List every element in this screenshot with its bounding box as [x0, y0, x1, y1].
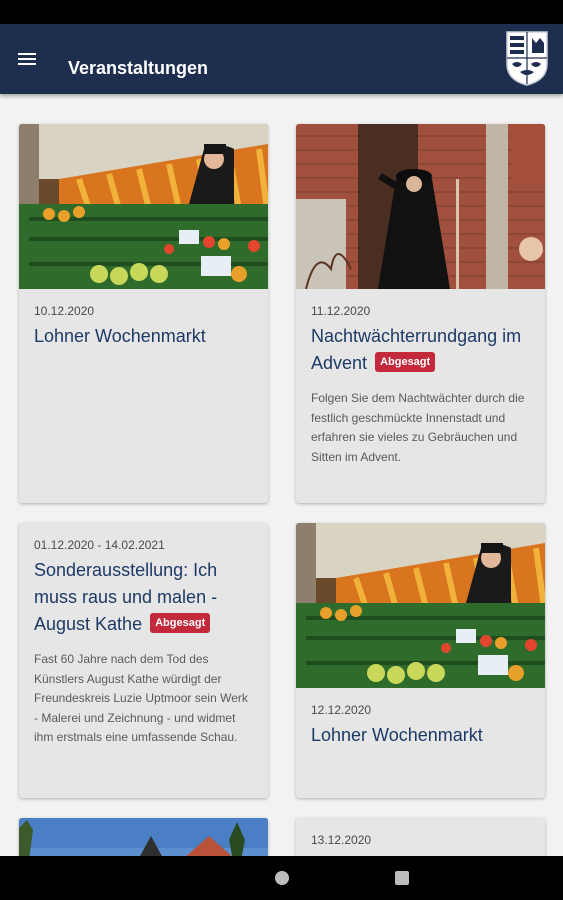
night-watchman-photo [296, 124, 545, 289]
event-date: 11.12.2020 [311, 304, 371, 318]
menu-icon[interactable] [12, 46, 42, 72]
event-description: Folgen Sie dem Nachtwächter durch die fe… [311, 391, 525, 464]
status-bar [0, 0, 563, 24]
home-icon[interactable] [275, 871, 289, 885]
event-date: 12.12.2020 [311, 703, 372, 717]
market-photo [296, 523, 545, 688]
event-card[interactable]: 13.12.2020 [296, 818, 545, 856]
event-title: Lohner Wochenmarkt [311, 725, 483, 745]
event-card[interactable]: 11.12.2020 Nachtwächterrundgang im Adven… [296, 124, 545, 503]
app-bar: Veranstaltungen [0, 24, 563, 94]
event-title: Sonderausstellung: Ich muss raus und mal… [34, 560, 218, 634]
page-title: Veranstaltungen [68, 58, 209, 78]
church-photo [19, 818, 268, 856]
event-date: 10.12.2020 [34, 304, 95, 318]
cancelled-badge: Abgesagt [375, 352, 436, 372]
event-card[interactable]: 01.12.2020 - 14.02.2021 Sonderausstellun… [19, 523, 268, 798]
recents-icon[interactable] [395, 871, 409, 885]
event-title: Nachtwächterrundgang im Advent Abgesagt [311, 326, 522, 373]
event-list: 10.12.2020 Lohner Wochenmarkt 11.12.2020… [0, 94, 563, 856]
event-card[interactable] [19, 818, 268, 856]
event-date: 13.12.2020 [311, 833, 372, 847]
event-card[interactable]: 10.12.2020 Lohner Wochenmarkt [19, 124, 268, 503]
event-description: Fast 60 Jahre nach dem Tod des Künstlers… [34, 652, 248, 744]
event-card[interactable]: 12.12.2020 Lohner Wochenmarkt [296, 523, 545, 798]
coat-of-arms-logo [506, 31, 548, 86]
cancelled-badge: Abgesagt [150, 613, 211, 633]
event-title: Lohner Wochenmarkt [34, 326, 206, 346]
market-photo [19, 124, 268, 289]
navigation-bar [0, 856, 563, 900]
event-date: 01.12.2020 - 14.02.2021 [34, 538, 165, 552]
